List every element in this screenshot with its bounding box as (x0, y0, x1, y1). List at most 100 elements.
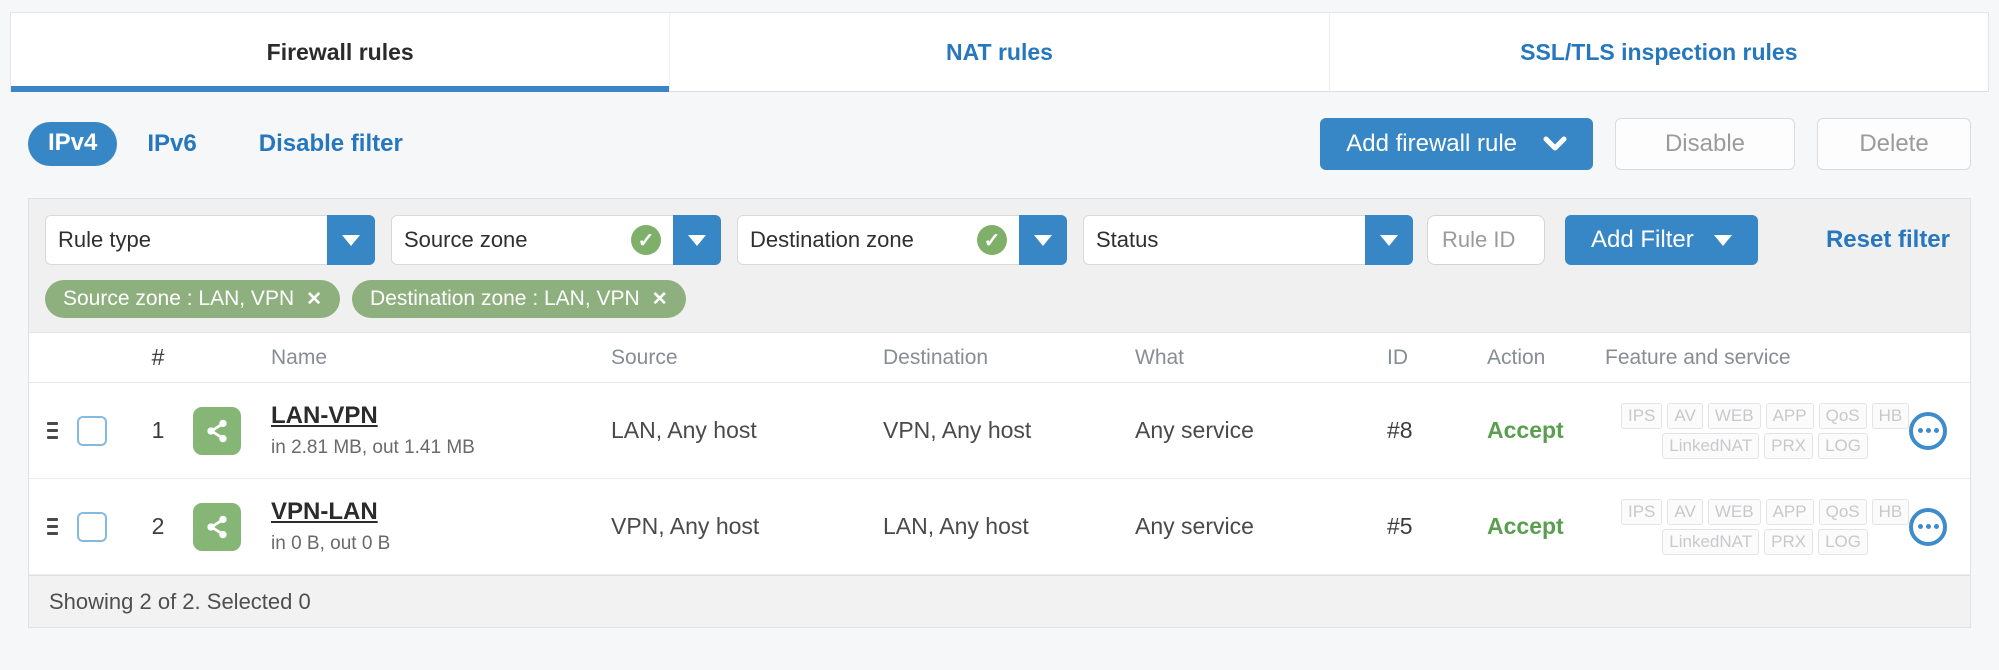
add-filter-button[interactable]: Add Filter (1565, 215, 1758, 265)
feature-badge: HB (1871, 498, 1910, 525)
col-action: Action (1487, 345, 1546, 369)
source-zone-filter-label: Source zone (404, 227, 528, 252)
feature-badge: WEB (1707, 498, 1761, 525)
status-filter[interactable]: Status (1083, 215, 1413, 265)
add-filter-label: Add Filter (1591, 226, 1694, 253)
col-id: ID (1387, 345, 1408, 369)
source-zone-chip-label: Source zone : LAN, VPN (63, 287, 295, 310)
destination-zone-chip[interactable]: Destination zone : LAN, VPN ✕ (352, 280, 686, 318)
col-feature-and-service: Feature and service (1605, 345, 1791, 369)
feature-badge: LinkedNAT (1662, 528, 1760, 555)
rule-source: LAN, Any host (611, 417, 757, 443)
rule-type-dropdown-button[interactable] (327, 215, 375, 265)
filter-panel: Rule type Source zone ✓ Destination zone… (29, 199, 1970, 333)
rule-id: #8 (1387, 417, 1413, 443)
rule-destination: LAN, Any host (883, 513, 1029, 539)
tab-firewall-rules[interactable]: Firewall rules (11, 13, 670, 92)
ipv4-toggle[interactable]: IPv4 (28, 122, 118, 166)
showing-status: Showing 2 of 2. Selected 0 (49, 588, 311, 614)
rule-name-link[interactable]: VPN-LAN (271, 498, 611, 526)
col-name: Name (271, 345, 328, 369)
source-zone-dropdown-button[interactable] (673, 215, 721, 265)
col-source: Source (611, 345, 678, 369)
rule-type-filter[interactable]: Rule type (45, 215, 375, 265)
rule-traffic: in 0 B, out 0 B (271, 533, 391, 554)
rules-panel: Rule type Source zone ✓ Destination zone… (28, 198, 1971, 628)
status-dropdown-button[interactable] (1365, 215, 1413, 265)
col-number: # (151, 344, 165, 370)
feature-badge: LOG (1818, 432, 1868, 459)
destination-zone-dropdown-button[interactable] (1019, 215, 1067, 265)
table-row: 1 LAN-VPN in 2.81 MB, out 1.41 MB LAN, A… (29, 383, 1970, 479)
disable-button[interactable]: Disable (1615, 118, 1795, 170)
check-icon: ✓ (977, 225, 1007, 255)
table-row: 2 VPN-LAN in 0 B, out 0 B VPN, Any host … (29, 479, 1970, 575)
disable-filter-link[interactable]: Disable filter (259, 130, 403, 158)
close-icon[interactable]: ✕ (652, 288, 668, 311)
row-checkbox[interactable] (77, 415, 107, 446)
feature-badge: QoS (1818, 498, 1867, 525)
feature-badge: LOG (1818, 528, 1868, 555)
col-destination: Destination (883, 345, 989, 369)
rule-action: Accept (1487, 513, 1564, 539)
rule-name-link[interactable]: LAN-VPN (271, 402, 611, 430)
reset-filter-link[interactable]: Reset filter (1826, 226, 1954, 254)
tab-nat-rules[interactable]: NAT rules (669, 13, 1328, 91)
rule-what: Any service (1135, 417, 1254, 443)
destination-zone-filter-label: Destination zone (750, 227, 914, 252)
rule-id-input[interactable] (1427, 215, 1545, 265)
add-firewall-rule-label: Add firewall rule (1346, 130, 1517, 157)
filter-row: Rule type Source zone ✓ Destination zone… (45, 215, 1954, 265)
drag-handle-icon[interactable] (29, 422, 63, 439)
close-icon[interactable]: ✕ (306, 288, 322, 311)
chevron-down-icon (1380, 234, 1398, 246)
col-what: What (1135, 345, 1185, 369)
rule-what: Any service (1135, 513, 1254, 539)
share-icon (193, 502, 241, 551)
drag-handle-icon[interactable] (29, 518, 63, 535)
rule-traffic: in 2.81 MB, out 1.41 MB (271, 437, 475, 458)
row-checkbox[interactable] (77, 511, 107, 542)
feature-badge: AV (1667, 402, 1703, 429)
chevron-down-icon (1034, 234, 1052, 246)
rule-id: #5 (1387, 513, 1413, 539)
feature-badge: AV (1667, 498, 1703, 525)
chevron-down-icon (342, 234, 360, 246)
feature-badge: APP (1765, 402, 1814, 429)
feature-badge: IPS (1621, 498, 1663, 525)
rule-destination: VPN, Any host (883, 417, 1032, 443)
ellipsis-menu-icon[interactable] (1909, 411, 1948, 450)
destination-zone-filter[interactable]: Destination zone ✓ (737, 215, 1067, 265)
feature-badge: IPS (1621, 402, 1663, 429)
rule-type-filter-label: Rule type (58, 227, 151, 252)
page: Firewall rules NAT rules SSL/TLS inspect… (0, 0, 1999, 670)
rule-source: VPN, Any host (611, 513, 760, 539)
add-firewall-rule-button[interactable]: Add firewall rule (1320, 118, 1593, 170)
row-number: 2 (151, 513, 165, 539)
rule-action: Accept (1487, 417, 1564, 443)
source-zone-filter[interactable]: Source zone ✓ (391, 215, 721, 265)
ellipsis-menu-icon[interactable] (1909, 507, 1948, 546)
status-filter-label: Status (1096, 227, 1159, 252)
destination-zone-chip-label: Destination zone : LAN, VPN (370, 287, 640, 310)
chevron-down-icon (1543, 136, 1567, 152)
active-filter-chips: Source zone : LAN, VPN ✕ Destination zon… (45, 280, 1954, 318)
delete-button[interactable]: Delete (1817, 118, 1971, 170)
table-footer: Showing 2 of 2. Selected 0 (29, 575, 1970, 627)
feature-badge: APP (1765, 498, 1814, 525)
table-header: # Name Source Destination What ID Action… (29, 333, 1970, 383)
toolbar: IPv4 IPv6 Disable filter Add firewall ru… (28, 118, 1971, 170)
chevron-down-icon (688, 234, 706, 246)
tab-ssl-tls-inspection-rules[interactable]: SSL/TLS inspection rules (1328, 13, 1988, 91)
tab-bar: Firewall rules NAT rules SSL/TLS inspect… (10, 12, 1989, 92)
chevron-down-icon (1713, 234, 1732, 246)
feature-badge: HB (1871, 402, 1910, 429)
feature-badge: PRX (1764, 432, 1814, 459)
feature-badge: WEB (1707, 402, 1761, 429)
row-number: 1 (151, 417, 165, 443)
feature-badge: LinkedNAT (1662, 432, 1760, 459)
source-zone-chip[interactable]: Source zone : LAN, VPN ✕ (45, 280, 341, 318)
feature-badge: PRX (1764, 528, 1814, 555)
ipv6-toggle[interactable]: IPv6 (147, 130, 196, 158)
feature-badge: QoS (1818, 402, 1867, 429)
